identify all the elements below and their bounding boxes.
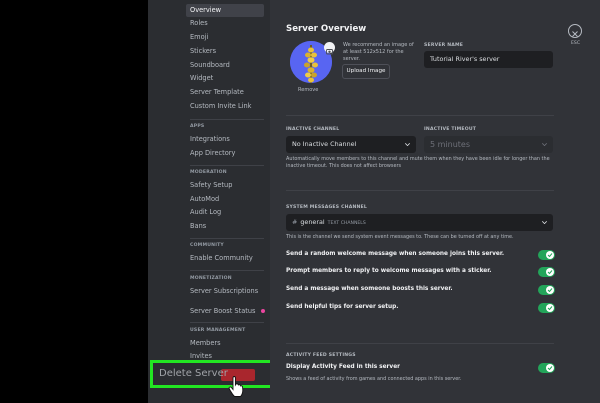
section-label-user-management: USER MANAGEMENT bbox=[190, 328, 246, 333]
activity-toggle[interactable] bbox=[538, 363, 555, 373]
sidebar-item-server-subscriptions[interactable]: Server Subscriptions bbox=[186, 285, 264, 298]
check-icon bbox=[547, 288, 553, 293]
check-icon bbox=[547, 366, 553, 371]
check-icon bbox=[547, 270, 553, 275]
sidebar-item-server-boost-status[interactable]: Server Boost Status bbox=[186, 305, 266, 318]
inactive-timeout-select[interactable]: 5 minutes bbox=[424, 136, 553, 153]
sidebar-item-members[interactable]: Members bbox=[186, 337, 264, 350]
divider bbox=[286, 115, 554, 116]
divider bbox=[286, 190, 554, 191]
sticker-toggle[interactable] bbox=[538, 267, 555, 277]
toggle-label-welcome: Send a random welcome message when someo… bbox=[286, 251, 505, 257]
sidebar-item-server-template[interactable]: Server Template bbox=[186, 86, 264, 99]
page-title: Server Overview bbox=[286, 24, 367, 34]
sidebar-item-custom-invite-link[interactable]: Custom Invite Link bbox=[186, 100, 264, 113]
sidebar-item-roles[interactable]: Roles bbox=[186, 17, 264, 30]
sidebar-item-soundboard[interactable]: Soundboard bbox=[186, 59, 264, 72]
inactive-channel-select[interactable]: No Inactive Channel bbox=[286, 136, 416, 153]
server-name-input[interactable]: Tutorial River's server bbox=[424, 51, 553, 68]
section-label-monetization: MONETIZATION bbox=[190, 276, 232, 281]
chevron-down-icon bbox=[542, 221, 547, 224]
inactive-timeout-label: INACTIVE TIMEOUT bbox=[424, 127, 477, 132]
sidebar-divider bbox=[190, 165, 264, 166]
toggle-label-tips: Send helpful tips for server setup. bbox=[286, 304, 399, 310]
sidebar-divider bbox=[190, 322, 264, 323]
inactive-timeout-value: 5 minutes bbox=[430, 140, 471, 149]
server-name-label: SERVER NAME bbox=[424, 43, 464, 48]
delete-server-label: Delete Server bbox=[159, 368, 228, 379]
boost-dot-icon bbox=[261, 309, 266, 313]
system-channel-label: SYSTEM MESSAGES CHANNEL bbox=[286, 205, 368, 210]
check-icon bbox=[547, 253, 553, 258]
activity-help-text: Shows a feed of activity from games and … bbox=[286, 376, 462, 382]
sidebar-divider bbox=[190, 119, 264, 120]
sidebar-item-automod[interactable]: AutoMod bbox=[186, 193, 264, 206]
activity-feed-label: ACTIVITY FEED SETTINGS bbox=[286, 353, 356, 358]
esc-label: ESC bbox=[571, 41, 581, 46]
sidebar-divider bbox=[190, 270, 264, 271]
sidebar-item-audit-log[interactable]: Audit Log bbox=[186, 206, 264, 219]
settings-sidebar: Overview Roles Emoji Stickers Soundboard… bbox=[0, 0, 270, 403]
inactive-help-text: Automatically move members to this chann… bbox=[286, 156, 550, 169]
section-label-moderation: MODERATION bbox=[190, 170, 227, 175]
chevron-down-icon bbox=[405, 143, 410, 146]
remove-image-link[interactable]: Remove bbox=[298, 87, 318, 93]
sidebar-item-app-directory[interactable]: App Directory bbox=[186, 147, 264, 160]
system-channel-select[interactable]: # general TEXT CHANNELS bbox=[286, 214, 553, 231]
boost-toggle[interactable] bbox=[538, 285, 555, 295]
sidebar-item-integrations[interactable]: Integrations bbox=[186, 133, 264, 146]
sidebar-item-widget[interactable]: Widget bbox=[186, 72, 264, 85]
server-overview-panel: Server Overview Remove We recommend an i… bbox=[270, 0, 600, 403]
delete-server-button[interactable]: Delete Server bbox=[150, 360, 286, 388]
hand-cursor-icon bbox=[228, 376, 244, 397]
inactive-channel-value: No Inactive Channel bbox=[292, 140, 357, 148]
sidebar-item-label: Server Boost Status bbox=[190, 307, 256, 315]
system-channel-value: general bbox=[300, 218, 325, 226]
inactive-channel-label: INACTIVE CHANNEL bbox=[286, 127, 340, 132]
section-label-community: COMMUNITY bbox=[190, 243, 224, 248]
tips-toggle[interactable] bbox=[538, 303, 555, 313]
toggle-label-boost: Send a message when someone boosts this … bbox=[286, 286, 453, 292]
sidebar-item-enable-community[interactable]: Enable Community bbox=[186, 252, 264, 265]
close-button[interactable] bbox=[568, 24, 582, 38]
system-channel-tag: TEXT CHANNELS bbox=[327, 221, 366, 226]
toggle-label-activity: Display Activity Feed in this server bbox=[286, 364, 400, 370]
image-recommendation: We recommend an image of at least 512x51… bbox=[343, 42, 414, 62]
chevron-down-icon bbox=[542, 143, 547, 146]
sidebar-item-overview[interactable]: Overview bbox=[186, 4, 264, 17]
toggle-label-sticker: Prompt members to reply to welcome messa… bbox=[286, 268, 492, 274]
hash-icon: # bbox=[292, 218, 298, 226]
sidebar-item-stickers[interactable]: Stickers bbox=[186, 45, 264, 58]
sidebar-item-safety-setup[interactable]: Safety Setup bbox=[186, 179, 264, 192]
system-help-text: This is the channel we send system event… bbox=[286, 234, 514, 240]
divider bbox=[286, 343, 554, 344]
sidebar-item-bans[interactable]: Bans bbox=[186, 220, 264, 233]
add-image-icon[interactable] bbox=[324, 42, 335, 55]
welcome-toggle[interactable] bbox=[538, 250, 555, 260]
upload-image-button[interactable]: Upload Image bbox=[342, 64, 390, 79]
check-icon bbox=[547, 306, 553, 311]
close-icon bbox=[572, 31, 578, 37]
sidebar-divider bbox=[190, 238, 264, 239]
section-label-apps: APPS bbox=[190, 124, 205, 129]
sidebar-item-emoji[interactable]: Emoji bbox=[186, 31, 264, 44]
